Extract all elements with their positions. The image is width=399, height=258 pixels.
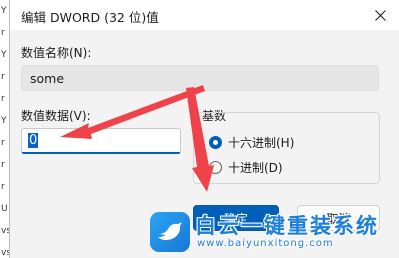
value-data-text: 0	[28, 133, 39, 148]
value-data-label: 数值数据(V):	[21, 109, 91, 123]
watermark: 白云一键重装系统 www.baiyunxitong.com	[150, 210, 390, 256]
close-button[interactable]	[361, 0, 399, 30]
value-name-label: 数值名称(N):	[21, 46, 92, 60]
watermark-name: 白云一键重装系统	[195, 214, 379, 238]
value-data-input[interactable]: 0	[21, 128, 181, 154]
bird-logo-icon	[150, 212, 190, 252]
radio-decimal[interactable]: 十进制(D)	[209, 159, 283, 176]
radio-hexadecimal-label: 十六进制(H)	[228, 136, 295, 150]
radio-hexadecimal[interactable]: 十六进制(H)	[209, 134, 294, 151]
watermark-url: www.baiyunxitong.com	[197, 238, 334, 249]
close-icon	[375, 9, 386, 21]
radio-selected-icon	[209, 136, 222, 149]
value-name-field[interactable]: some	[21, 65, 379, 91]
dialog-title: 编辑 DWORD (32 位)值	[21, 10, 159, 25]
radio-unselected-icon	[209, 161, 222, 174]
radio-decimal-label: 十进制(D)	[228, 161, 283, 175]
dialog-titlebar: 编辑 DWORD (32 位)值	[10, 0, 399, 30]
